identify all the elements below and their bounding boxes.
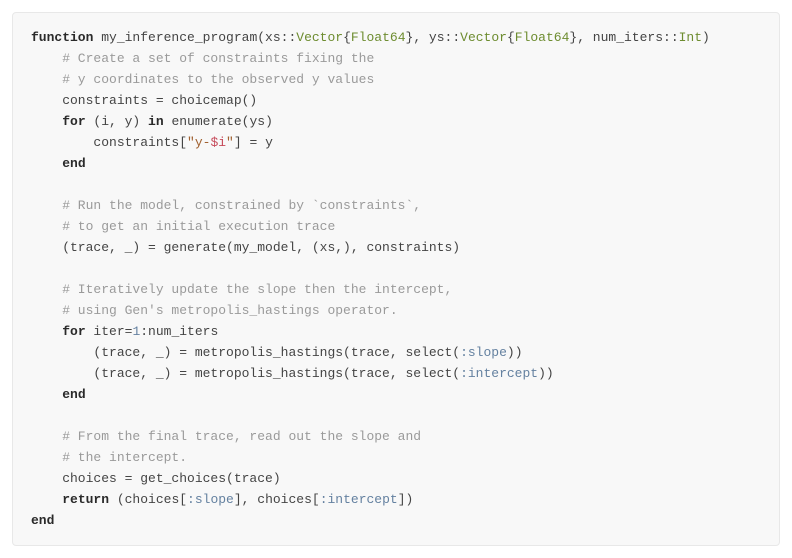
keyword-end: end	[62, 156, 85, 171]
text: , num_iters	[577, 30, 663, 45]
text: (i, y)	[86, 114, 148, 129]
fn-name: my_inference_program(xs	[93, 30, 280, 45]
symbol: :intercept	[320, 492, 398, 507]
type-vector: Vector	[296, 30, 343, 45]
type-float64: Float64	[515, 30, 570, 45]
type-int: Int	[679, 30, 702, 45]
keyword-for: for	[62, 324, 85, 339]
code-line: for (i, y) in enumerate(ys)	[31, 114, 273, 129]
text: constraints[	[31, 135, 187, 150]
indent	[31, 387, 62, 402]
indent	[31, 492, 62, 507]
symbol: :slope	[187, 492, 234, 507]
code-line: constraints["y-$i"] = y	[31, 135, 273, 150]
text: ] = y	[234, 135, 273, 150]
dc: ::	[663, 30, 679, 45]
type-vector: Vector	[460, 30, 507, 45]
code-line: constraints = choicemap()	[31, 93, 257, 108]
comment: # Run the model, constrained by `constra…	[31, 198, 421, 213]
text: (choices[	[109, 492, 187, 507]
code-line: (trace, _) = generate(my_model, (xs,), c…	[31, 240, 460, 255]
code-line: return (choices[:slope], choices[:interc…	[31, 492, 413, 507]
code-line: (trace, _) = metropolis_hastings(trace, …	[31, 345, 523, 360]
text: ))	[538, 366, 554, 381]
keyword-for: for	[62, 114, 85, 129]
keyword-in: in	[148, 114, 164, 129]
comment: # From the final trace, read out the slo…	[31, 429, 421, 444]
text: (trace, _) = metropolis_hastings(trace, …	[31, 345, 460, 360]
comment: # Create a set of constraints fixing the	[31, 51, 374, 66]
keyword-end: end	[62, 387, 85, 402]
symbol: :intercept	[460, 366, 538, 381]
text: (trace, _) = metropolis_hastings(trace, …	[31, 366, 460, 381]
code-block: function my_inference_program(xs::Vector…	[12, 12, 780, 546]
code-line: for iter=1:num_iters	[31, 324, 218, 339]
code-line: function my_inference_program(xs::Vector…	[31, 30, 710, 45]
text: ], choices[	[234, 492, 320, 507]
interp: $i	[210, 135, 226, 150]
comment: # the intercept.	[31, 450, 187, 465]
keyword-function: function	[31, 30, 93, 45]
keyword-return: return	[62, 492, 109, 507]
indent	[31, 114, 62, 129]
paren: )	[702, 30, 710, 45]
code-line: end	[31, 156, 86, 171]
dc: ::	[281, 30, 297, 45]
string: "y-	[187, 135, 210, 150]
indent	[31, 324, 62, 339]
text: ])	[398, 492, 414, 507]
code-line: end	[31, 387, 86, 402]
text: ))	[507, 345, 523, 360]
comment: # Iteratively update the slope then the …	[31, 282, 452, 297]
symbol: :slope	[460, 345, 507, 360]
code-line: choices = get_choices(trace)	[31, 471, 281, 486]
code-line: (trace, _) = metropolis_hastings(trace, …	[31, 366, 554, 381]
brace: {	[507, 30, 515, 45]
dc: ::	[445, 30, 461, 45]
string: "	[226, 135, 234, 150]
text: , ys	[413, 30, 444, 45]
comment: # y coordinates to the observed y values	[31, 72, 374, 87]
type-float64: Float64	[351, 30, 406, 45]
text: :num_iters	[140, 324, 218, 339]
comment: # to get an initial execution trace	[31, 219, 335, 234]
comment: # using Gen's metropolis_hastings operat…	[31, 303, 398, 318]
brace: {	[343, 30, 351, 45]
keyword-end: end	[31, 513, 54, 528]
text: iter=	[86, 324, 133, 339]
text: enumerate(ys)	[164, 114, 273, 129]
indent	[31, 156, 62, 171]
